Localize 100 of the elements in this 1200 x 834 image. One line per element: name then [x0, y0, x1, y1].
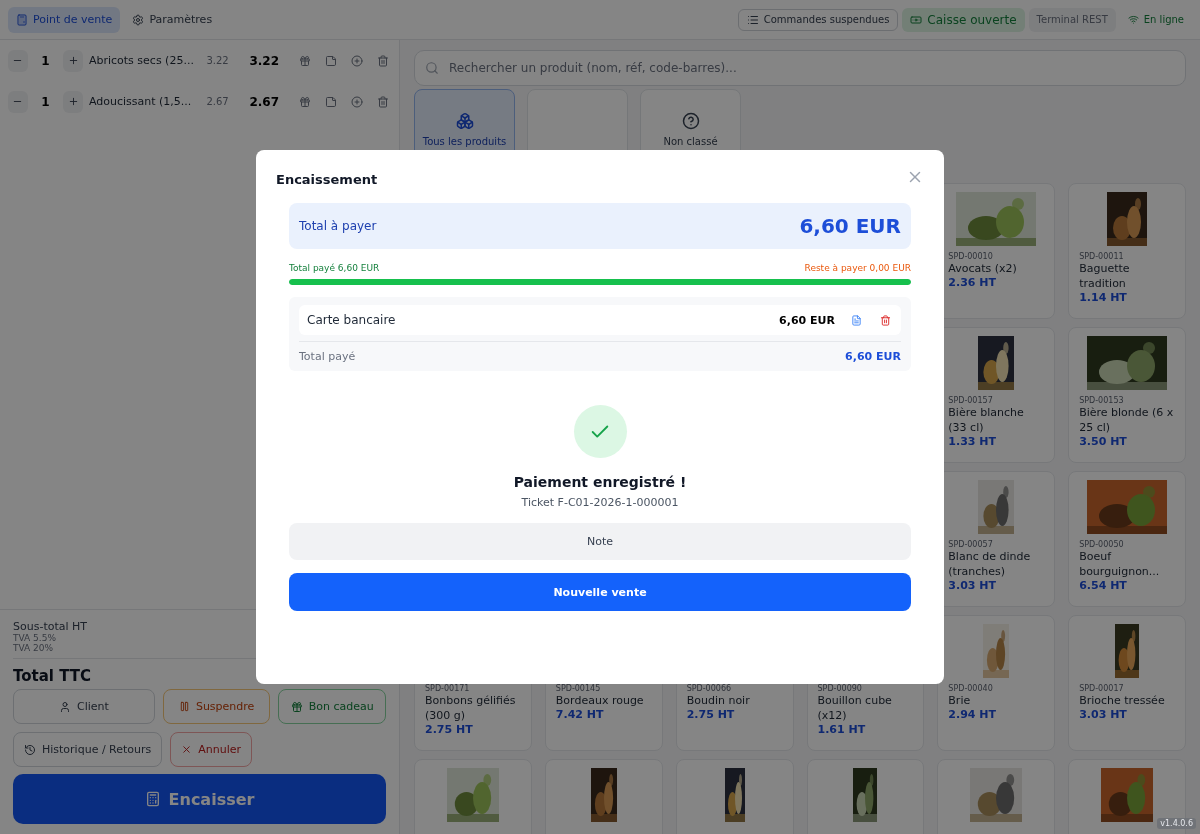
product-code: SPD-00040	[948, 684, 994, 693]
quantity: 1	[40, 94, 51, 109]
product-price: 6.54 HT	[1079, 579, 1128, 592]
product-code: SPD-00017	[1079, 684, 1125, 693]
trash-icon	[377, 95, 389, 108]
success-title: Paiement enregistré !	[513, 474, 687, 490]
product-price: 2.94 HT	[948, 708, 997, 721]
history-icon	[24, 743, 36, 756]
product-price: 1.14 HT	[1079, 291, 1128, 304]
trash-icon	[377, 54, 389, 67]
plus-circle-icon	[351, 54, 363, 67]
action-button[interactable]: Suspendre	[162, 689, 271, 724]
delete-button[interactable]	[375, 52, 391, 69]
increase-button[interactable]	[63, 90, 83, 113]
line-name: Adoucissant (1,5...	[88, 95, 193, 108]
product-name: Bordeaux rouge	[555, 693, 645, 708]
product-name: Boudin noir	[686, 693, 751, 708]
calculator-icon	[16, 13, 28, 26]
action-button[interactable]: Client	[13, 689, 155, 724]
paid-text: Total payé 6,60 EUR	[289, 263, 380, 273]
pause-icon	[178, 701, 190, 712]
product-code: SPD-00153	[1079, 396, 1125, 405]
calculator-icon	[144, 791, 161, 807]
product-card[interactable]: SPD-00040 Brie 2.94 HT	[937, 615, 1056, 751]
product-price: 3.03 HT	[948, 579, 997, 592]
unit-price: 3.22	[206, 55, 230, 66]
product-name: Bière blonde (6 x 25 cl)	[1079, 405, 1175, 435]
product-card[interactable]: SPD-00017 Brioche tressée 3.03 HT	[1068, 615, 1186, 751]
payment-method: Carte bancaire	[307, 313, 397, 327]
dialog-title: Encaissement	[276, 172, 379, 187]
product-code: SPD-00145	[555, 684, 602, 693]
gift-icon	[299, 95, 311, 108]
search-field[interactable]: Rechercher un produit (nom, réf, code-barres)...	[414, 50, 1186, 86]
paid-total: 6,60 EUR	[845, 350, 901, 363]
product-price: 7.42 HT	[555, 708, 605, 721]
tax-label: TVA 5.5%	[13, 633, 57, 643]
product-price: 3.03 HT	[1079, 708, 1128, 721]
line-name: Abricots secs (25...	[88, 54, 195, 67]
nav-tab[interactable]: Paramètres	[124, 6, 221, 33]
plus-icon	[67, 55, 79, 66]
product-card[interactable]: SPD-00011 Baguette tradition 1.14 HT	[1068, 183, 1186, 319]
product-code: SPD-00010	[948, 252, 994, 261]
new-sale-button[interactable]: Nouvelle vente	[289, 573, 911, 611]
checkout-button[interactable]: Encaisser	[13, 774, 386, 824]
product-price: 2.75 HT	[686, 708, 736, 721]
trash-icon	[880, 314, 891, 326]
increase-button[interactable]	[63, 49, 83, 72]
product-price: 1.33 HT	[948, 435, 997, 448]
search-input[interactable]: Rechercher un produit (nom, réf, code-barres)...	[447, 60, 1175, 76]
version-label: v1.4.0.6	[1157, 818, 1196, 829]
ticket-number: Ticket F-C01-2026-1-000001	[521, 496, 679, 509]
connection-status: En ligne	[1119, 7, 1192, 32]
gift-icon	[290, 700, 303, 713]
product-code: SPD-00050	[1079, 540, 1125, 549]
product-card[interactable]: SPD-00153 Bière blonde (6 x 25 cl) 3.50 HT	[1068, 327, 1186, 463]
wifi-icon	[1127, 14, 1139, 25]
quantity: 1	[40, 53, 51, 68]
product-card[interactable]: SPD-00050 Boeuf bourguignon... 6.54 HT	[1068, 471, 1186, 607]
amount-due: 6,60 EUR	[799, 214, 901, 238]
product-price: 3.50 HT	[1079, 435, 1128, 448]
delete-button[interactable]	[878, 312, 893, 328]
product-code: SPD-00066	[686, 684, 733, 693]
amount-due-label: Total à payer	[299, 219, 377, 233]
edit-button[interactable]	[849, 312, 864, 328]
nav-tab[interactable]: Point de vente	[8, 6, 121, 33]
gift-icon	[299, 54, 311, 67]
add-button[interactable]	[349, 52, 365, 69]
close-icon	[181, 744, 193, 755]
product-code: SPD-00011	[1079, 252, 1125, 261]
action-button[interactable]: Bon cadeau	[278, 689, 386, 724]
banknote-icon	[910, 13, 923, 26]
product-name: Bouillon cube (x12)	[817, 693, 893, 723]
paid-total-label: Total payé	[299, 350, 356, 363]
settings-icon	[132, 13, 145, 26]
boxes-icon	[455, 111, 474, 130]
product-name: Boeuf bourguignon...	[1079, 549, 1161, 579]
action-button[interactable]: Annuler	[170, 732, 253, 767]
payment-amount: 6,60 EUR	[779, 313, 835, 327]
product-name: Blanc de dinde (tranches)	[948, 549, 1032, 579]
product-price: 2.75 HT	[425, 723, 474, 736]
product-name: Bonbons gélifiés (300 g)	[425, 693, 517, 723]
note-icon	[325, 95, 337, 108]
line-total: 3.22	[248, 53, 279, 68]
product-name: Baguette tradition	[1079, 261, 1131, 291]
plus-icon	[67, 96, 79, 107]
product-name: Brioche tressée	[1079, 693, 1166, 708]
product-code: SPD-00157	[948, 396, 994, 405]
note-button[interactable]: Note	[289, 523, 911, 560]
delete-button[interactable]	[375, 93, 391, 110]
unit-price: 2.67	[206, 96, 230, 107]
action-button[interactable]: Historique / Retours	[13, 732, 163, 767]
product-code: SPD-00057	[948, 540, 994, 549]
suspended-orders-button[interactable]: Commandes suspendues	[737, 8, 899, 31]
total-label: Total TTC	[13, 667, 93, 685]
subtotal-label: Sous-total HT	[13, 620, 89, 633]
search-icon	[425, 61, 439, 75]
product-code: SPD-00090	[817, 684, 863, 693]
add-button[interactable]	[349, 93, 365, 110]
product-code: SPD-00171	[425, 684, 471, 693]
product-name: Brie	[948, 693, 972, 708]
